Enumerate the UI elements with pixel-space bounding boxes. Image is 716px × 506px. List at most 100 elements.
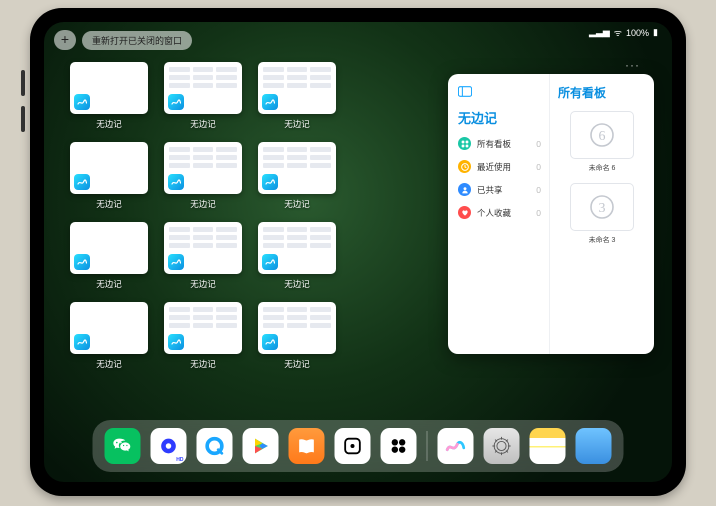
window-thumbnail <box>258 302 336 354</box>
panel-right-title: 所有看板 <box>558 84 646 101</box>
sidebar-item-share[interactable]: 已共享 0 <box>458 183 541 196</box>
window-tile[interactable]: 无边记 <box>70 62 148 136</box>
sidebar-item-count: 0 <box>536 208 541 218</box>
window-tile[interactable]: 无边记 <box>258 142 336 216</box>
svg-text:3: 3 <box>599 201 606 216</box>
freeform-app-icon <box>74 94 90 110</box>
battery-icon: ▮ <box>653 27 658 38</box>
sidebar-item-label: 已共享 <box>477 184 503 196</box>
window-thumbnail <box>70 62 148 114</box>
sidebar-item-count: 0 <box>536 162 541 172</box>
sidebar-toggle-icon[interactable] <box>458 84 541 102</box>
window-tile[interactable]: 无边记 <box>70 222 148 296</box>
window-tile[interactable]: 无边记 <box>258 302 336 376</box>
window-tile-label: 无边记 <box>164 118 242 130</box>
dock-app-shapes[interactable] <box>381 428 417 464</box>
dock-app-freeform[interactable] <box>438 428 474 464</box>
board-item[interactable]: 6 未命名 6 <box>558 111 646 173</box>
dock-app-dice[interactable] <box>335 428 371 464</box>
dock-app-quark[interactable]: HD <box>151 428 187 464</box>
freeform-sidebar-panel: 无边记 所有看板 0 最近使用 0 已共享 0 个人收藏 0 所有看板 6 未命名 6 3 未命名 … <box>448 74 654 354</box>
heart-icon <box>458 206 471 219</box>
signal-icon: ▂▃▅ <box>589 27 610 38</box>
window-thumbnail <box>70 222 148 274</box>
dock-app-wechat[interactable] <box>105 428 141 464</box>
window-tile-label: 无边记 <box>258 118 336 130</box>
window-tile-label: 无边记 <box>258 358 336 370</box>
freeform-app-icon <box>168 174 184 190</box>
top-bar: + 重新打开已关闭的窗口 <box>54 30 192 50</box>
window-tile[interactable]: 无边记 <box>164 222 242 296</box>
freeform-app-icon <box>74 254 90 270</box>
window-switcher-grid: 无边记无边记无边记无边记无边记无边记无边记无边记无边记无边记无边记无边记 <box>70 62 430 376</box>
clock-icon <box>458 160 471 173</box>
freeform-app-icon <box>168 254 184 270</box>
board-name: 未命名 3 <box>558 235 646 245</box>
sidebar-item-grid[interactable]: 所有看板 0 <box>458 137 541 150</box>
window-thumbnail <box>258 222 336 274</box>
battery-label: 100% <box>626 28 649 38</box>
window-tile[interactable]: 无边记 <box>70 302 148 376</box>
panel-title: 无边记 <box>458 108 541 127</box>
window-tile[interactable]: 无边记 <box>258 222 336 296</box>
dock-app-settings[interactable] <box>484 428 520 464</box>
sidebar-item-label: 最近使用 <box>477 161 511 173</box>
window-tile-label: 无边记 <box>258 278 336 290</box>
window-tile-label: 无边记 <box>70 358 148 370</box>
freeform-app-icon <box>74 174 90 190</box>
window-thumbnail <box>258 62 336 114</box>
board-thumbnail: 6 <box>570 111 634 159</box>
share-icon <box>458 183 471 196</box>
window-tile[interactable]: 无边记 <box>164 142 242 216</box>
add-window-button[interactable]: + <box>54 30 76 50</box>
dock: HD <box>93 420 624 472</box>
window-tile-label: 无边记 <box>258 198 336 210</box>
dock-app-notes[interactable] <box>530 428 566 464</box>
dock-app-books[interactable] <box>289 428 325 464</box>
window-thumbnail <box>70 142 148 194</box>
dock-separator <box>427 431 428 461</box>
board-name: 未命名 6 <box>558 163 646 173</box>
freeform-app-icon <box>262 174 278 190</box>
board-thumbnail: 3 <box>570 183 634 231</box>
window-tile[interactable]: 无边记 <box>70 142 148 216</box>
freeform-app-icon <box>262 334 278 350</box>
sidebar-item-label: 个人收藏 <box>477 207 511 219</box>
sidebar-item-heart[interactable]: 个人收藏 0 <box>458 206 541 219</box>
freeform-app-icon <box>74 334 90 350</box>
svg-text:6: 6 <box>599 129 606 144</box>
window-tile[interactable]: 无边记 <box>164 302 242 376</box>
freeform-app-icon <box>168 334 184 350</box>
wifi-icon: ᯤ <box>614 26 622 39</box>
window-tile-label: 无边记 <box>70 198 148 210</box>
status-bar: ▂▃▅ ᯤ 100% ▮ <box>589 26 658 39</box>
freeform-app-icon <box>168 94 184 110</box>
dock-app-folder[interactable] <box>576 428 612 464</box>
sidebar-item-label: 所有看板 <box>477 138 511 150</box>
window-tile-label: 无边记 <box>164 358 242 370</box>
window-thumbnail <box>164 142 242 194</box>
window-thumbnail <box>164 62 242 114</box>
sidebar-item-clock[interactable]: 最近使用 0 <box>458 160 541 173</box>
window-tile-label: 无边记 <box>164 278 242 290</box>
dock-app-qqbrowser[interactable] <box>197 428 233 464</box>
window-thumbnail <box>258 142 336 194</box>
reopen-closed-window-button[interactable]: 重新打开已关闭的窗口 <box>82 31 192 50</box>
window-tile-label: 无边记 <box>164 198 242 210</box>
board-item[interactable]: 3 未命名 3 <box>558 183 646 245</box>
screen: ▂▃▅ ᯤ 100% ▮ + 重新打开已关闭的窗口 无边记无边记无边记无边记无边… <box>44 22 672 482</box>
panel-more-icon[interactable]: ··· <box>625 58 640 72</box>
sidebar-item-count: 0 <box>536 185 541 195</box>
freeform-app-icon <box>262 94 278 110</box>
window-tile-label: 无边记 <box>70 278 148 290</box>
sidebar-item-count: 0 <box>536 139 541 149</box>
ipad-frame: ▂▃▅ ᯤ 100% ▮ + 重新打开已关闭的窗口 无边记无边记无边记无边记无边… <box>30 8 686 496</box>
window-thumbnail <box>164 302 242 354</box>
grid-icon <box>458 137 471 150</box>
window-tile[interactable]: 无边记 <box>164 62 242 136</box>
window-tile[interactable]: 无边记 <box>258 62 336 136</box>
window-thumbnail <box>70 302 148 354</box>
window-tile-label: 无边记 <box>70 118 148 130</box>
window-thumbnail <box>164 222 242 274</box>
dock-app-play[interactable] <box>243 428 279 464</box>
